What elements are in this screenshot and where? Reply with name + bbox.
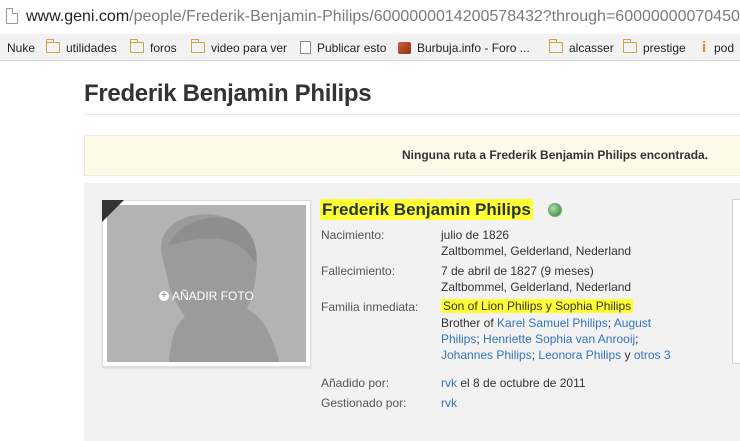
bookmark-prestige[interactable]: prestige [622,39,686,56]
bookmark-label: Burbuja.info - Foro ... [417,40,530,55]
bookmark-pod[interactable]: i pod [702,39,734,56]
notice-banner: Ninguna ruta a Frederik Benjamin Philips… [84,135,740,176]
bookmark-label: Publicar esto [317,40,387,55]
bookmark-foros[interactable]: foros [129,39,177,56]
bookmark-burbuja[interactable]: Burbuja.info - Foro ... [398,39,530,56]
sibling-link[interactable]: Karel Samuel Philips [497,316,608,330]
sibling-link[interactable]: Henriette Sophia van Anrooij [483,332,635,346]
bookmark-label: alcasser [569,40,614,55]
side-panel-edge [732,199,740,364]
birth-place: Zaltbommel, Gelderland, Nederland [441,244,632,258]
add-photo-button[interactable]: + AÑADIR FOTO [159,289,254,303]
page-icon [6,8,18,24]
folder-icon [622,39,637,53]
brother-prefix: Brother of [441,316,494,330]
and-word: y [624,348,631,362]
plus-icon: + [159,291,169,301]
siblings-line-2: Philips; Henriette Sophia van Anrooij; [441,331,639,347]
folder-icon [548,39,563,53]
bookmark-label: video para ver [211,40,288,55]
death-place: Zaltbommel, Gelderland, Nederland [441,280,632,294]
death-label: Fallecimiento: [321,264,396,278]
bookmark-label: pod [714,40,735,55]
sibling-link[interactable]: Johannes Philips [441,348,532,362]
photo-placeholder: + AÑADIR FOTO [107,205,306,362]
folder-icon [45,39,60,53]
bookmark-label: utilidades [66,40,117,55]
family-label: Familia inmediata: [321,300,419,314]
parents-line: Son of Lion Philips y Sophia Philips [441,298,634,314]
bookmark-utilidades[interactable]: utilidades [45,39,117,56]
profile-photo[interactable]: + AÑADIR FOTO [102,200,311,367]
bookmark-video-para-ver[interactable]: video para ver [190,39,288,56]
separator: ; [476,332,480,346]
info-icon: i [702,38,707,56]
death-date: 7 de abril de 1827 (9 meses) [441,264,594,278]
bookmark-nuke[interactable]: Nuke [7,39,35,56]
notice-text: Ninguna ruta a Frederik Benjamin Philips… [402,148,709,162]
bookmark-label: foros [150,40,177,55]
parents-text[interactable]: Son of Lion Philips y Sophia Philips [441,299,634,313]
added-by-value: rvk el 8 de octubre de 2011 [441,375,586,391]
bookmark-publicar-esto[interactable]: Publicar esto [300,39,386,56]
managed-by-value: rvk [441,395,457,411]
sibling-link[interactable]: Philips [441,332,476,346]
page-title: Frederik Benjamin Philips [84,80,372,107]
folder-icon [190,39,205,53]
added-date: el 8 de octubre de 2011 [460,376,586,390]
bookmark-label: Nuke [7,40,36,55]
bookmark-alcasser[interactable]: alcasser [548,39,614,56]
add-photo-label: AÑADIR FOTO [172,289,254,303]
silhouette-icon [161,214,279,362]
url-text[interactable]: www.geni.com/people/Frederik-Benjamin-Ph… [26,8,740,26]
sibling-link[interactable]: August [614,316,651,330]
folder-icon [129,39,144,53]
divider [84,114,740,115]
burbuja-site-icon [398,41,411,54]
user-link[interactable]: rvk [441,376,457,390]
birth-label: Nacimiento: [321,228,385,242]
bookmarks-bar: Nuke utilidades foros video para ver Pub… [0,34,740,61]
corner-ribbon [102,200,124,222]
separator: ; [635,332,639,346]
bookmark-label: prestige [643,40,686,55]
url-host: www.geni.com [26,8,130,25]
url-path: /people/Frederik-Benjamin-Philips/600000… [129,8,740,25]
separator: ; [607,316,612,330]
birth-date: julio de 1826 [441,228,510,242]
address-bar[interactable]: www.geni.com/people/Frederik-Benjamin-Ph… [0,0,740,34]
managed-by-label: Gestionado por: [321,396,407,410]
siblings-line-1: Brother of Karel Samuel Philips; August [441,315,651,331]
more-siblings-link[interactable]: otros 3 [634,348,671,362]
document-icon [300,41,311,54]
siblings-line-3: Johannes Philips; Leonora Philips y otro… [441,347,671,363]
browser-window: www.geni.com/people/Frederik-Benjamin-Ph… [0,0,740,441]
profile-name: Frederik Benjamin Philips [320,199,533,220]
globe-icon[interactable] [548,203,562,217]
user-link[interactable]: rvk [441,396,457,410]
separator: ; [531,348,536,362]
added-by-label: Añadido por: [321,376,390,390]
sibling-link[interactable]: Leonora Philips [538,348,621,362]
